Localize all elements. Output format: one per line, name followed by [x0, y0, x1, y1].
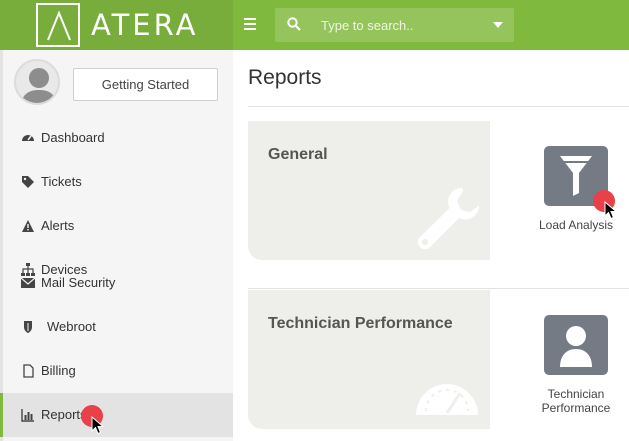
file-icon: [23, 364, 34, 378]
dashboard-icon: [22, 135, 34, 141]
bar-chart-icon: [21, 409, 34, 422]
report-tile-technician-performance[interactable]: Technician Performance: [526, 315, 626, 415]
sidebar-item-alerts[interactable]: Alerts: [3, 204, 233, 248]
top-bar: ATERA: [0, 0, 629, 50]
sidebar-item-mail-security[interactable]: Mail Security: [3, 261, 233, 297]
sidebar-item-webroot[interactable]: Webroot: [3, 305, 233, 349]
section-title: Technician Performance: [268, 315, 453, 332]
avatar[interactable]: [14, 59, 60, 105]
sidebar-item-label: Reports: [41, 407, 87, 422]
main-content: Reports General Load Analysis Technician…: [233, 50, 629, 441]
divider: [248, 106, 629, 107]
search-bar[interactable]: [275, 8, 514, 42]
user-icon: [544, 315, 608, 375]
warning-icon: [22, 220, 34, 232]
shield-icon: [24, 321, 32, 333]
page-title: Reports: [248, 66, 322, 89]
report-label: Technician Performance: [526, 387, 626, 415]
sidebar: Getting Started Dashboard Tickets Alerts…: [0, 50, 233, 441]
speedometer-icon: [416, 384, 478, 415]
sidebar-item-billing[interactable]: Billing: [3, 349, 233, 393]
section-card-general: General: [248, 121, 490, 260]
mouse-cursor-icon: [604, 201, 618, 220]
tags-icon: [22, 176, 34, 188]
section-title: General: [268, 146, 328, 163]
sidebar-item-label: Dashboard: [41, 130, 105, 145]
sidebar-item-label: Mail Security: [41, 275, 116, 290]
sidebar-item-label: Tickets: [41, 174, 82, 189]
envelope-icon: [21, 277, 35, 288]
search-input[interactable]: [321, 16, 481, 34]
sidebar-item-tickets[interactable]: Tickets: [3, 160, 233, 204]
sidebar-item-reports[interactable]: Reports: [0, 393, 233, 437]
brand-name: ATERA: [91, 8, 199, 42]
getting-started-button[interactable]: Getting Started: [73, 68, 218, 101]
logo[interactable]: ATERA: [0, 0, 233, 50]
mouse-cursor-icon: [91, 416, 105, 435]
report-label-line: Performance: [541, 401, 611, 415]
logo-mark-icon: [36, 3, 80, 47]
sidebar-item-dashboard[interactable]: Dashboard: [3, 116, 233, 160]
sidebar-item-label: Webroot: [47, 319, 96, 334]
sidebar-item-label: Billing: [41, 363, 76, 378]
wrench-icon: [417, 188, 479, 250]
section-card-technician-performance: Technician Performance: [248, 290, 490, 429]
search-icon: [287, 17, 301, 31]
hamburger-icon[interactable]: [244, 15, 264, 35]
app-window: ATERA Getting Started Dashboard: [0, 0, 629, 441]
report-label-line: Technician: [547, 387, 605, 401]
sidebar-item-label: Alerts: [41, 218, 75, 233]
divider: [248, 288, 629, 289]
chevron-down-icon[interactable]: [493, 22, 503, 28]
